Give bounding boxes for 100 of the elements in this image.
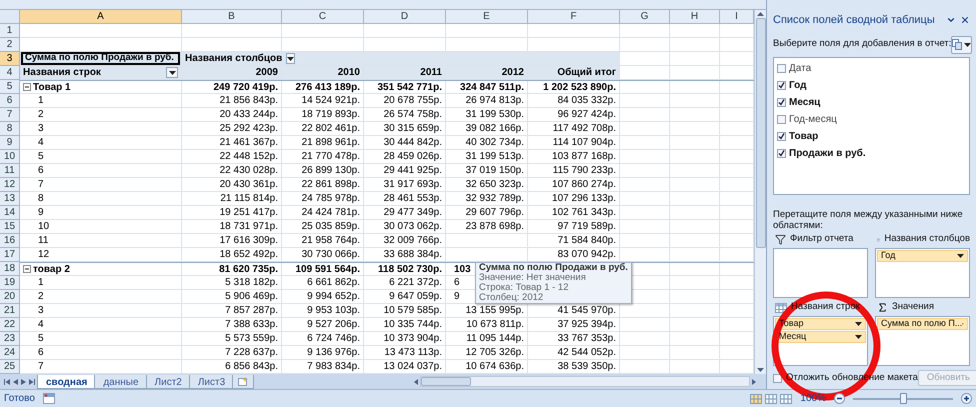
- row-header[interactable]: 15: [0, 220, 20, 234]
- row-header[interactable]: 20: [0, 290, 20, 304]
- collapse-icon[interactable]: [23, 83, 31, 91]
- pivot-title[interactable]: Сумма по полю Продажи в руб.: [21, 52, 180, 65]
- scroll-right-icon[interactable]: [752, 378, 756, 384]
- scroll-thumb[interactable]: [421, 377, 472, 386]
- row-header[interactable]: 10: [0, 150, 20, 164]
- field-checkbox[interactable]: [777, 132, 786, 140]
- row-header[interactable]: 19: [0, 276, 20, 290]
- filter-dropdown[interactable]: [166, 67, 178, 78]
- row-header[interactable]: 4: [0, 66, 20, 80]
- zoom-in-icon[interactable]: [961, 393, 972, 404]
- row-header[interactable]: 3: [0, 52, 20, 66]
- view-mode-icon[interactable]: [765, 394, 778, 404]
- column-header[interactable]: C: [282, 10, 364, 24]
- sheet-tab[interactable]: данные: [94, 375, 148, 389]
- value-cell-text: 107 296 133р.: [552, 192, 616, 206]
- value-cell-text: 6 221 372р.: [389, 276, 442, 290]
- row-header[interactable]: 18: [0, 262, 20, 276]
- next-sheet-icon[interactable]: [21, 378, 26, 384]
- row-header[interactable]: 21: [0, 304, 20, 318]
- value-cell-text: 31 199 513р.: [466, 150, 524, 164]
- column-header[interactable]: B: [182, 10, 282, 24]
- row-label: 9: [38, 206, 44, 220]
- row-header[interactable]: 14: [0, 206, 20, 220]
- sheet-tab[interactable]: сводная: [37, 375, 96, 389]
- close-icon[interactable]: [960, 15, 970, 26]
- value-cell-text: 9 994 652р.: [307, 290, 360, 304]
- collapse-icon[interactable]: [23, 265, 31, 273]
- row-header[interactable]: 16: [0, 234, 20, 248]
- value-cell-text: 21 898 961р.: [302, 136, 360, 150]
- value-cell-text: 21 770 478р.: [302, 150, 360, 164]
- value-cell-text: 22 448 152р.: [220, 150, 278, 164]
- column-header[interactable]: E: [446, 10, 528, 24]
- sheet-tab[interactable]: Лист2: [146, 375, 191, 389]
- last-sheet-icon[interactable]: [29, 378, 35, 384]
- field-label: Продажи в руб.: [789, 146, 866, 160]
- row-header[interactable]: 24: [0, 346, 20, 360]
- dropdown-arrow-icon: [168, 70, 176, 74]
- filter-dropdown[interactable]: [286, 53, 296, 64]
- row-header[interactable]: 11: [0, 164, 20, 178]
- field-checkbox[interactable]: [777, 80, 786, 90]
- row-header[interactable]: 8: [0, 122, 20, 136]
- previous-sheet-icon[interactable]: [13, 378, 18, 384]
- row-header[interactable]: 12: [0, 178, 20, 192]
- column-header[interactable]: A: [20, 10, 182, 24]
- value-cell-text: 30 444 842р.: [384, 136, 442, 150]
- zoom-slider[interactable]: [853, 393, 953, 404]
- column-header[interactable]: G: [620, 10, 670, 24]
- first-sheet-icon[interactable]: [4, 378, 10, 384]
- row-header[interactable]: 9: [0, 136, 20, 150]
- value-cell-text: 18 652 492р.: [220, 248, 278, 262]
- view-mode-icon[interactable]: [780, 394, 792, 404]
- column-header[interactable]: D: [364, 10, 446, 24]
- area-field-button[interactable]: Сумма по полю П...: [877, 318, 968, 330]
- zoom-out-icon[interactable]: [834, 393, 845, 404]
- vertical-scrollbar[interactable]: [754, 10, 766, 374]
- value-cell-text: 5 573 559р.: [225, 332, 278, 346]
- field-checkbox[interactable]: [777, 98, 786, 106]
- row-header[interactable]: 22: [0, 318, 20, 332]
- column-header: Общий итог: [557, 66, 616, 80]
- scroll-down-icon[interactable]: [757, 368, 764, 372]
- sheet-tab[interactable]: Лист3: [188, 375, 234, 389]
- scroll-thumb[interactable]: [756, 18, 766, 248]
- row-header[interactable]: 6: [0, 94, 20, 108]
- insert-sheet-button[interactable]: [232, 375, 254, 389]
- column-header[interactable]: H: [670, 10, 720, 24]
- area-label: Фильтр отчета: [790, 232, 854, 246]
- row-header[interactable]: 5: [0, 80, 20, 94]
- macro-record-icon[interactable]: [42, 393, 55, 404]
- layout-button[interactable]: [951, 36, 972, 54]
- value-cell-text: 40 302 734р.: [466, 136, 524, 150]
- row-label: 1: [38, 94, 44, 108]
- value-cell-text: 11 095 144р.: [466, 332, 524, 346]
- row-header[interactable]: 2: [0, 38, 20, 52]
- horizontal-scrollbar[interactable]: [420, 376, 750, 387]
- row-header[interactable]: 25: [0, 360, 20, 374]
- row-header[interactable]: 23: [0, 332, 20, 346]
- group-label: Товар 1: [33, 80, 71, 94]
- row-label: 2: [38, 290, 44, 304]
- field-checkbox[interactable]: [777, 64, 786, 72]
- value-cell-text: 10 373 904р.: [384, 332, 442, 346]
- value-cell-text: 114 107 904р.: [552, 136, 616, 150]
- field-checkbox[interactable]: [777, 148, 786, 158]
- row-header[interactable]: 1: [0, 24, 20, 38]
- area-field-button[interactable]: Год: [877, 250, 968, 262]
- column-header[interactable]: I: [720, 10, 754, 24]
- row-header[interactable]: 13: [0, 192, 20, 206]
- field-label: Год-месяц: [789, 112, 837, 126]
- sum-icon: [877, 302, 888, 313]
- field-checkbox[interactable]: [777, 114, 786, 124]
- row-header[interactable]: 17: [0, 248, 20, 262]
- column-header[interactable]: F: [528, 10, 620, 24]
- defer-checkbox[interactable]: [773, 374, 782, 382]
- value-cell-text: 19 251 417р.: [220, 206, 278, 220]
- zoom-slider-thumb[interactable]: [900, 393, 907, 404]
- scroll-up-icon[interactable]: [757, 12, 764, 16]
- value-cell-text: 102 761 343р.: [552, 206, 616, 220]
- row-header[interactable]: 7: [0, 108, 20, 122]
- value-cell-text: 28 459 026р.: [384, 150, 442, 164]
